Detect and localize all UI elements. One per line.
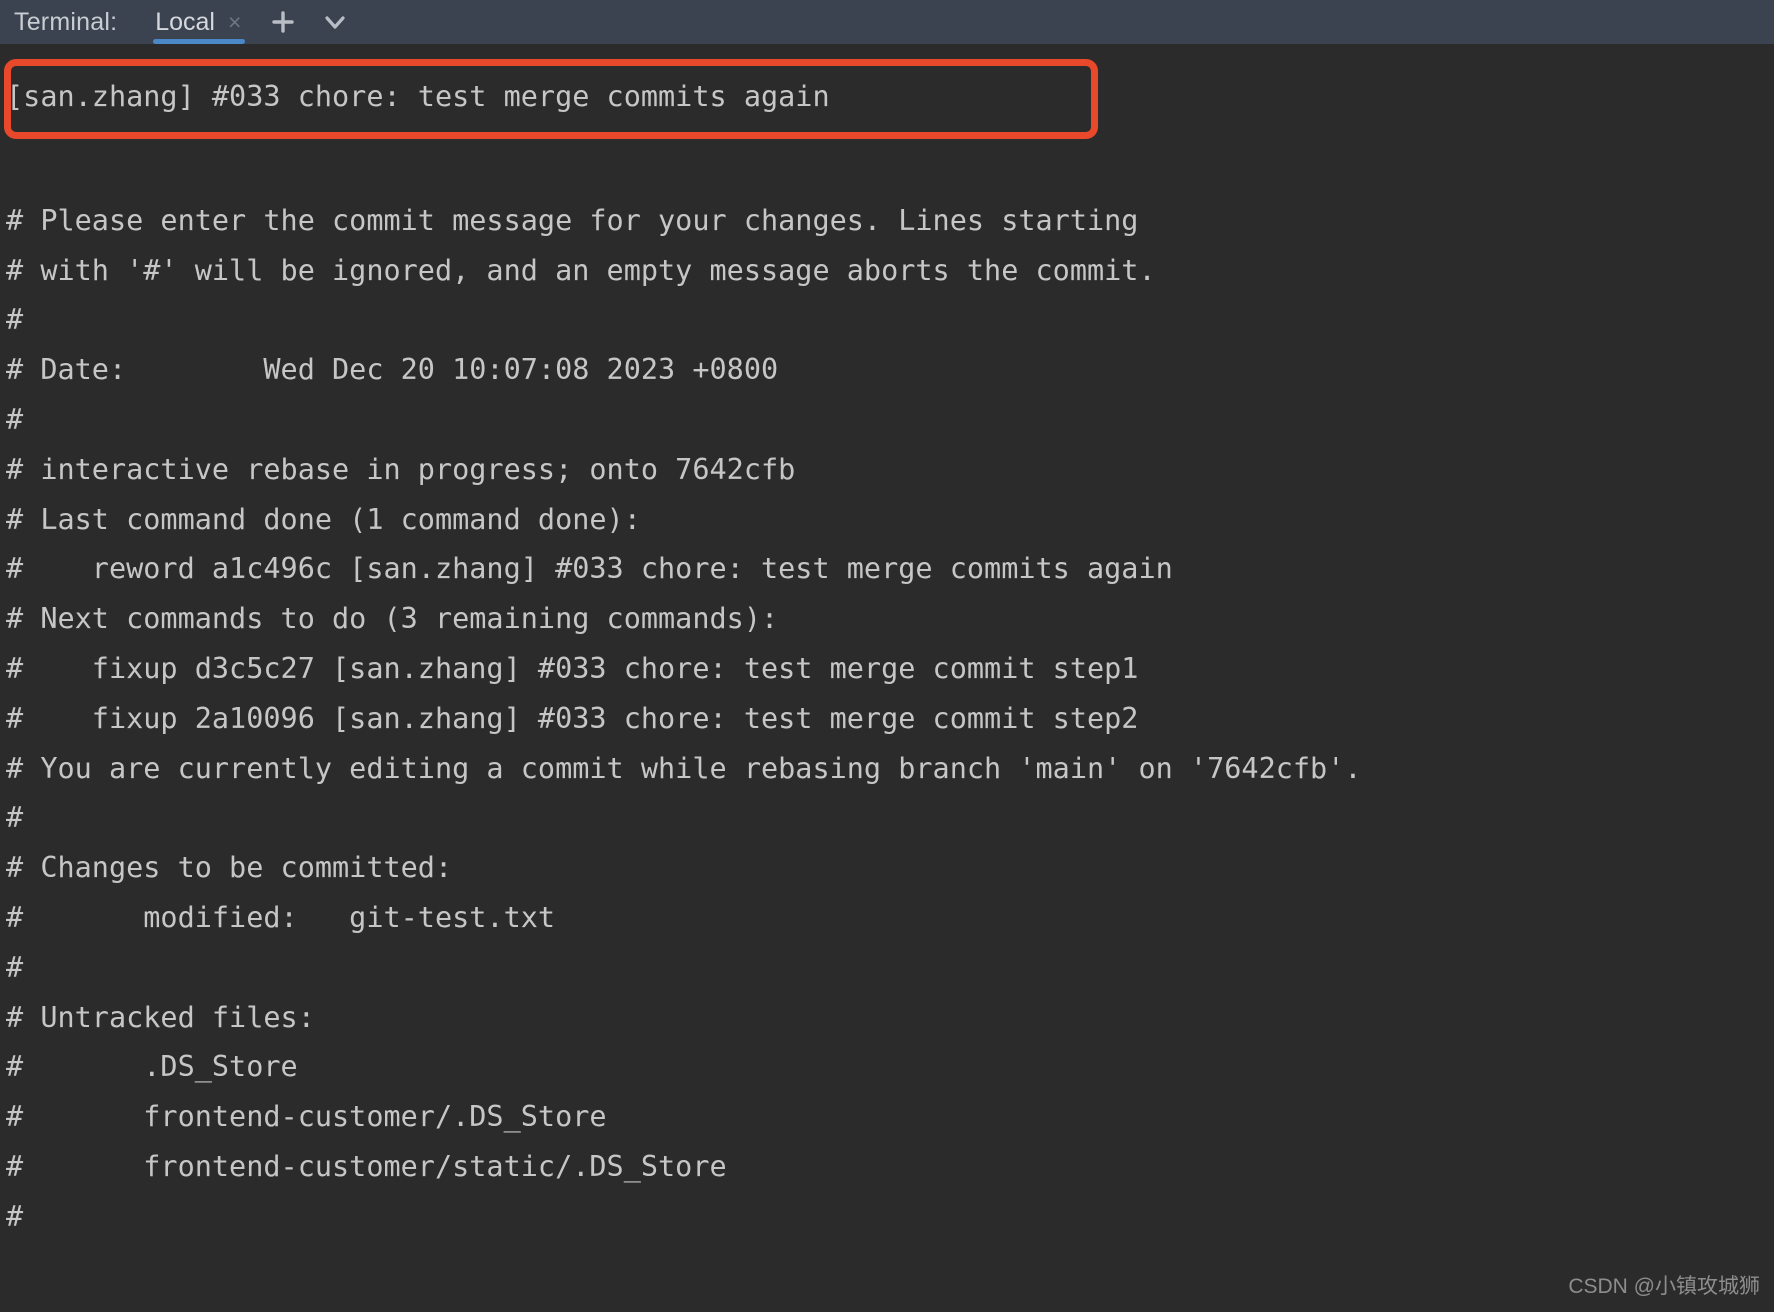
terminal-comment-lines: # Please enter the commit message for yo… [0,146,1774,1242]
terminal-line: # .DS_Store [6,1050,298,1084]
commit-message-input-line[interactable]: [san.zhang] #033 chore: test merge commi… [0,50,1774,146]
csdn-watermark: CSDN @小镇攻城狮 [1568,1275,1760,1298]
terminal-line: # modified: git-test.txt [6,900,556,934]
terminal-line: # fixup d3c5c27 [san.zhang] #033 chore: … [6,651,1139,685]
terminal-line: # Last command done (1 command done): [6,502,641,536]
chevron-down-icon [321,8,349,36]
terminal-line: # [6,1199,24,1233]
plus-icon [269,8,297,36]
commit-subject-text: [san.zhang] #033 chore: test merge commi… [6,80,830,113]
close-icon[interactable]: × [228,10,241,34]
terminal-line: # Next commands to do (3 remaining comma… [6,602,779,636]
new-session-button[interactable] [263,2,303,42]
terminal-line: # [6,402,24,436]
terminal-line: # [6,950,24,984]
terminal-line: # with '#' will be ignored, and an empty… [6,253,1156,287]
terminal-options-button[interactable] [315,2,355,42]
terminal-line: # You are currently editing a commit whi… [6,751,1362,785]
terminal-line: # [6,303,24,337]
terminal-line: # reword a1c496c [san.zhang] #033 chore:… [6,552,1173,586]
terminal-line: # [6,801,24,835]
terminal-line: # fixup 2a10096 [san.zhang] #033 chore: … [6,701,1139,735]
terminal-line: # frontend-customer/static/.DS_Store [6,1149,727,1183]
terminal-line: # Date: Wed Dec 20 10:07:08 2023 +0800 [6,353,779,387]
tool-window-title: Terminal: [14,7,118,36]
terminal-line: # frontend-customer/.DS_Store [6,1100,607,1134]
terminal-line: # interactive rebase in progress; onto 7… [6,452,796,486]
terminal-tool-window-header: Terminal: Local × [0,0,1774,44]
terminal-output-area[interactable]: [san.zhang] #033 chore: test merge commi… [0,44,1774,1312]
terminal-line: # Untracked files: [6,1000,315,1034]
terminal-line: # Changes to be committed: [6,851,453,885]
terminal-tab-label: Local [155,7,215,36]
terminal-tab-local[interactable]: Local × [147,0,251,44]
terminal-line: # Please enter the commit message for yo… [6,203,1139,237]
